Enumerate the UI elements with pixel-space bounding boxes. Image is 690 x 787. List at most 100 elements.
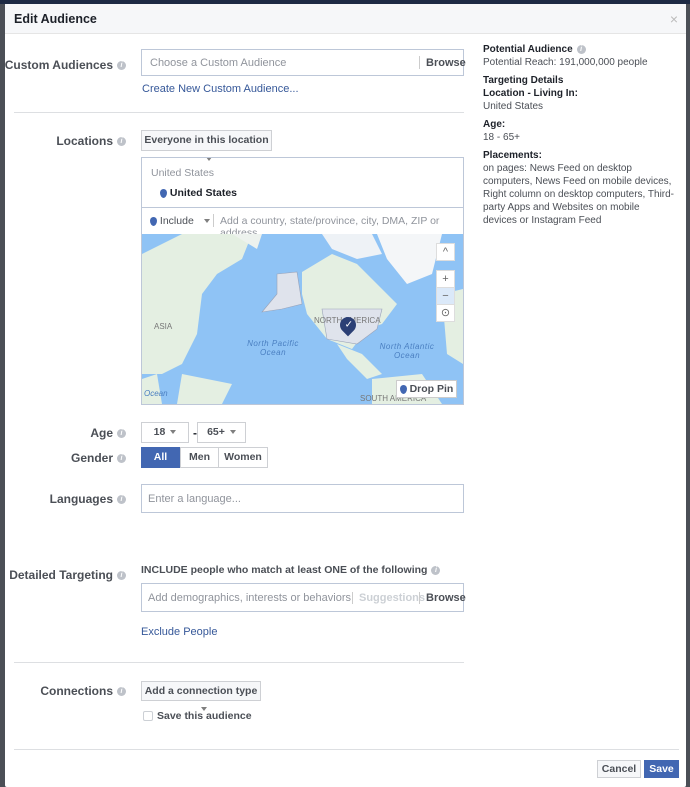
chevron-down-icon (203, 219, 210, 224)
location-box: United States United States Include Add … (141, 157, 464, 405)
audience-summary: Potential Audience i Potential Reach: 191… (483, 43, 683, 227)
chevron-up-icon: ^ (442, 246, 449, 258)
custom-audience-input[interactable]: Choose a Custom Audience Browse (141, 49, 466, 76)
connections-label: Connections i (40, 684, 126, 698)
label-text: Connections (40, 684, 113, 698)
target-icon: ⊙ (440, 307, 451, 319)
targeting-details-title: Targeting Details (483, 75, 564, 86)
chevron-down-icon (229, 430, 236, 435)
location-search-row: Include Add a country, state/province, c… (142, 207, 463, 239)
info-icon[interactable]: i (117, 61, 126, 71)
age-value: 18 - 65+ (483, 132, 520, 143)
info-icon[interactable]: i (117, 137, 126, 147)
minus-icon: − (442, 290, 449, 302)
info-icon[interactable]: i (117, 495, 126, 505)
include-dropdown[interactable]: Include (150, 215, 210, 227)
potential-audience-title: Potential Audience (483, 44, 573, 55)
include-text: INCLUDE people who match at least ONE of… (141, 564, 428, 576)
age-title: Age: (483, 119, 506, 130)
age-label: Age i (90, 426, 126, 440)
selected-location-text: United States (169, 187, 238, 199)
locations-label: Locations i (56, 134, 126, 148)
custom-audiences-label: Custom Audiences i (5, 58, 126, 72)
info-icon[interactable]: i (431, 565, 441, 575)
location-pin-icon (160, 188, 167, 198)
map-label-asia: ASIA (154, 322, 173, 331)
detailed-targeting-placeholder: Add demographics, interests or behaviors (148, 592, 351, 604)
location-title: Location - Living In: (483, 88, 578, 99)
location-value: United States (483, 101, 544, 112)
detailed-targeting-label: Detailed Targeting i (9, 568, 126, 582)
custom-audience-placeholder: Choose a Custom Audience (150, 57, 287, 69)
include-label: Include (159, 215, 194, 227)
gender-all-button[interactable]: All (141, 447, 180, 468)
divider (14, 112, 464, 113)
label-text: Languages (49, 492, 113, 506)
map-label-atlantic: North Atlantic Ocean (379, 342, 435, 360)
location-pin-icon (399, 384, 407, 394)
browse-button[interactable]: Browse (426, 57, 466, 69)
info-icon[interactable]: i (117, 454, 126, 464)
placements-title: Placements: (483, 150, 542, 161)
drop-pin-button[interactable]: Drop Pin (396, 380, 457, 398)
language-placeholder: Enter a language... (148, 493, 241, 505)
divider (419, 56, 420, 69)
edit-audience-modal: Edit Audience × Custom Audiences i Choose… (5, 4, 686, 787)
modal-title: Edit Audience (5, 4, 686, 34)
placements-value: on pages: News Feed on desktop computers… (483, 163, 675, 226)
age-min-value: 18 (153, 426, 166, 438)
close-icon[interactable]: × (670, 11, 678, 27)
divider (14, 662, 464, 663)
languages-label: Languages i (50, 492, 126, 506)
language-input[interactable]: Enter a language... (141, 484, 464, 513)
gender-men-button[interactable]: Men (180, 447, 219, 468)
zoom-out-button[interactable]: − (436, 287, 455, 305)
map-label-ocean: Ocean (144, 389, 168, 398)
include-description: INCLUDE people who match at least ONE of… (141, 564, 441, 576)
info-icon[interactable]: i (117, 571, 126, 581)
age-max-dropdown[interactable]: 65+ (197, 422, 246, 443)
selected-location[interactable]: United States (160, 187, 237, 199)
connection-type-dropdown[interactable]: Add a connection type (141, 681, 261, 712)
detailed-targeting-input[interactable]: Add demographics, interests or behaviors… (141, 583, 466, 612)
map-land (142, 234, 463, 404)
gender-women-button[interactable]: Women (218, 447, 268, 468)
save-button[interactable]: Save (644, 760, 679, 778)
label-text: Gender (70, 451, 113, 465)
drop-pin-label: Drop Pin (409, 383, 454, 395)
divider (352, 592, 353, 604)
divider (213, 214, 214, 227)
suggestions-button[interactable]: Suggestions (359, 592, 425, 604)
dropdown-label: Everyone in this location (144, 134, 269, 146)
label-text: Custom Audiences (4, 58, 113, 72)
zoom-in-button[interactable]: + (436, 270, 455, 288)
info-icon[interactable]: i (117, 429, 126, 439)
label-text: Age (90, 426, 113, 440)
location-pin-icon (150, 216, 157, 226)
divider (419, 592, 420, 604)
dropdown-label: Add a connection type (144, 685, 258, 697)
age-max-value: 65+ (207, 426, 225, 438)
potential-reach: Potential Reach: 191,000,000 people (483, 57, 648, 68)
label-text: Detailed Targeting (9, 568, 113, 582)
recenter-button[interactable]: ⊙ (436, 304, 455, 322)
location-map[interactable]: ASIA NORTH AMERICA North Pacific Ocean N… (142, 234, 463, 404)
label-text: Locations (56, 134, 113, 148)
cancel-button[interactable]: Cancel (597, 760, 641, 778)
exclude-people-link[interactable]: Exclude People (141, 626, 217, 638)
browse-button[interactable]: Browse (426, 592, 466, 604)
gender-label: Gender i (71, 451, 126, 465)
save-audience-label: Save this audience (157, 710, 252, 722)
map-label-pacific: North Pacific Ocean (247, 339, 299, 357)
create-custom-audience-link[interactable]: Create New Custom Audience... (142, 83, 299, 95)
plus-icon: + (442, 273, 449, 285)
footer-divider (14, 749, 679, 750)
age-min-dropdown[interactable]: 18 (141, 422, 189, 443)
info-icon[interactable]: i (576, 44, 586, 54)
save-audience-checkbox[interactable] (143, 711, 153, 721)
location-type-dropdown[interactable]: Everyone in this location (141, 130, 272, 162)
location-group-title: United States (151, 167, 215, 179)
collapse-map-button[interactable]: ^ (436, 243, 455, 261)
info-icon[interactable]: i (117, 687, 126, 697)
chevron-down-icon (170, 430, 177, 435)
